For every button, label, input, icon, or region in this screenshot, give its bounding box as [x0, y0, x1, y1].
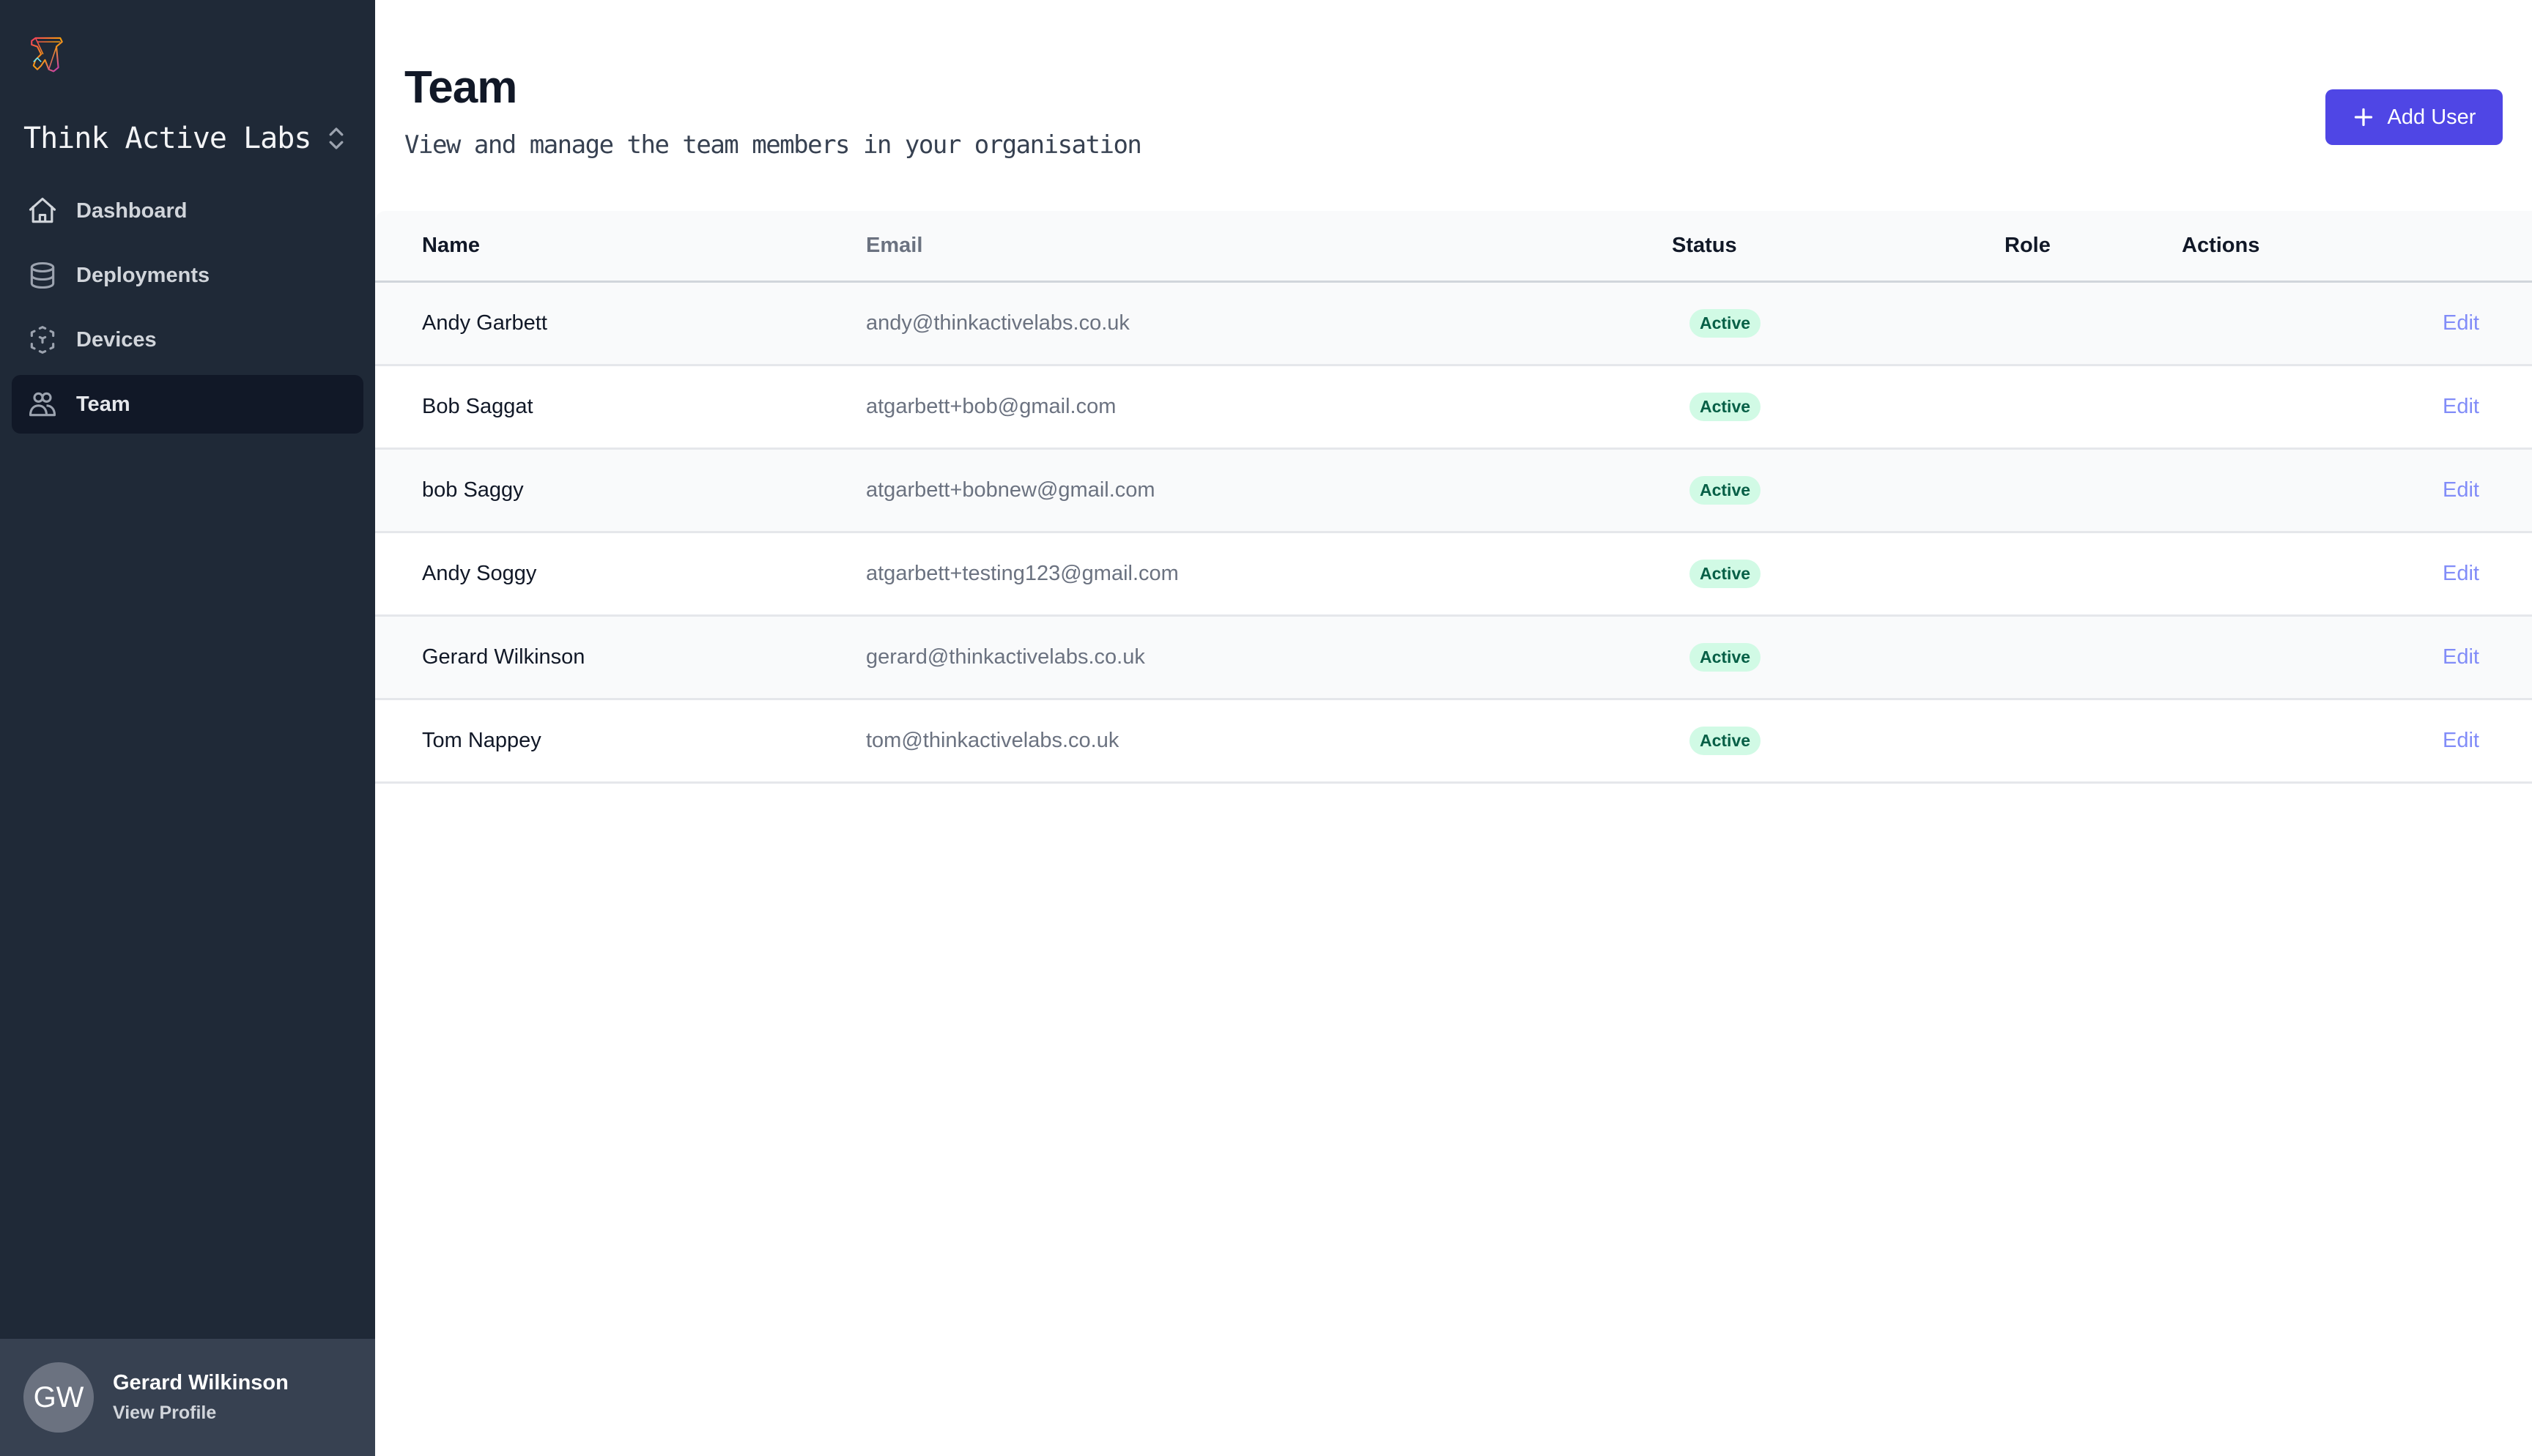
edit-link[interactable]: Edit [2443, 562, 2479, 585]
avatar: GW [23, 1362, 94, 1433]
sidebar-item-deployments[interactable]: Deployments [12, 246, 363, 305]
column-header-status[interactable]: Status [1672, 234, 2004, 258]
status-badge: Active [1689, 476, 1761, 505]
member-email: atgarbett+testing123@gmail.com [866, 562, 1179, 585]
edit-link[interactable]: Edit [2443, 395, 2479, 418]
sidebar-item-team[interactable]: Team [12, 375, 363, 434]
sidebar-item-dashboard[interactable]: Dashboard [12, 182, 363, 240]
page-subtitle: View and manage the team members in your… [404, 130, 1142, 160]
member-name: Andy Garbett [422, 311, 547, 335]
sidebar-item-label: Team [76, 392, 130, 416]
edit-link[interactable]: Edit [2443, 478, 2479, 502]
sidebar-item-label: Dashboard [76, 198, 188, 223]
edit-link[interactable]: Edit [2443, 311, 2479, 335]
table-header: Name Email Status Role Actions [375, 211, 2532, 283]
database-icon [30, 261, 55, 289]
org-name: Think Active Labs [23, 122, 311, 155]
cube-transparent-icon [30, 326, 55, 354]
home-icon [29, 197, 56, 223]
logo-icon [31, 37, 63, 73]
member-email: atgarbett+bob@gmail.com [866, 395, 1117, 418]
table-row: Tom Nappey tom@thinkactivelabs.co.uk Act… [375, 700, 2532, 784]
edit-link[interactable]: Edit [2443, 645, 2479, 669]
column-header-name[interactable]: Name [375, 234, 866, 258]
plus-icon [2354, 108, 2372, 127]
member-name: bob Saggy [422, 478, 524, 502]
page-title: Team [404, 62, 517, 113]
member-name: Bob Saggat [422, 395, 533, 418]
org-switcher[interactable]: Think Active Labs [23, 122, 346, 155]
member-name: Gerard Wilkinson [422, 645, 585, 669]
status-badge: Active [1689, 309, 1761, 338]
sidebar-item-label: Devices [76, 327, 157, 352]
sidebar-item-label: Deployments [76, 263, 210, 287]
member-email: andy@thinkactivelabs.co.uk [866, 311, 1130, 335]
status-badge: Active [1689, 643, 1761, 672]
member-name: Tom Nappey [422, 729, 541, 752]
member-email: tom@thinkactivelabs.co.uk [866, 729, 1119, 752]
table-row: Bob Saggat atgarbett+bob@gmail.com Activ… [375, 366, 2532, 450]
table-row: Gerard Wilkinson gerard@thinkactivelabs.… [375, 617, 2532, 700]
main-content: Team View and manage the team members in… [375, 0, 2532, 1456]
status-badge: Active [1689, 560, 1761, 588]
column-header-actions: Actions [2182, 234, 2260, 257]
profile-name: Gerard Wilkinson [113, 1371, 289, 1394]
edit-link[interactable]: Edit [2443, 729, 2479, 752]
sidebar-nav: Dashboard Deployments Devices Team [12, 182, 363, 439]
team-table: Name Email Status Role Actions Andy Garb… [375, 211, 2532, 784]
view-profile-link[interactable]: View Profile [113, 1403, 289, 1424]
column-header-role[interactable]: Role [2004, 234, 2182, 258]
chevron-up-down-icon [329, 127, 344, 149]
user-profile[interactable]: GW Gerard Wilkinson View Profile [0, 1339, 375, 1456]
table-body: Andy Garbett andy@thinkactivelabs.co.uk … [375, 283, 2532, 784]
column-header-email[interactable]: Email [866, 234, 1672, 258]
table-row: Andy Garbett andy@thinkactivelabs.co.uk … [375, 283, 2532, 366]
add-user-label: Add User [2387, 105, 2476, 129]
member-email: gerard@thinkactivelabs.co.uk [866, 645, 1145, 669]
member-email: atgarbett+bobnew@gmail.com [866, 478, 1155, 502]
sidebar: Think Active Labs Dashboard Deployments … [0, 0, 375, 1456]
status-badge: Active [1689, 393, 1761, 421]
sidebar-item-devices[interactable]: Devices [12, 311, 363, 369]
table-row: bob Saggy atgarbett+bobnew@gmail.com Act… [375, 450, 2532, 533]
status-badge: Active [1689, 727, 1761, 755]
users-icon [29, 392, 56, 417]
member-name: Andy Soggy [422, 562, 537, 585]
add-user-button[interactable]: Add User [2325, 89, 2503, 145]
table-row: Andy Soggy atgarbett+testing123@gmail.co… [375, 533, 2532, 617]
